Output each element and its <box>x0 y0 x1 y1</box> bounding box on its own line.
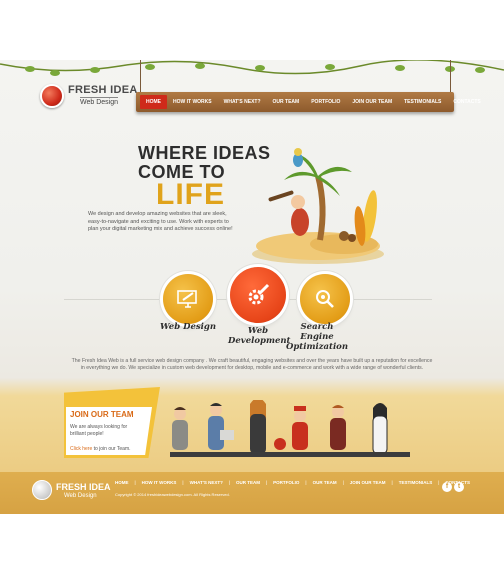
logo-ball-icon <box>40 84 64 108</box>
footer-nav-item[interactable]: TESTIMONIALS <box>399 480 433 485</box>
service-label-web-design: Web Design <box>159 322 217 332</box>
join-team-link-highlight[interactable]: Click here <box>70 446 92 452</box>
footer-logo-icon[interactable] <box>32 480 52 500</box>
footer-nav-separator: | <box>134 480 136 485</box>
twitter-icon[interactable]: t <box>454 482 464 492</box>
nav-item-testimonials[interactable]: TESTIMONIALS <box>398 95 447 109</box>
footer-nav-item[interactable]: OUR TEAM <box>313 480 337 485</box>
footer-nav-separator: | <box>228 480 230 485</box>
gear-pencil-icon <box>248 283 270 305</box>
team-member <box>172 407 188 450</box>
footer-nav-item[interactable]: HOME <box>115 480 129 485</box>
footer: FRESH IDEA Web Design HOME | HOW IT WORKS |… <box>0 472 504 514</box>
logo-subtitle: Web Design <box>80 97 119 106</box>
footer-nav-separator: | <box>305 480 307 485</box>
monitor-pen-icon <box>177 290 197 308</box>
footer-nav-item[interactable]: WHAT'S NEXT? <box>190 480 223 485</box>
team-member <box>208 403 224 450</box>
site-logo[interactable]: FRESH IDEA Web Design <box>40 82 140 112</box>
web-design-button[interactable] <box>163 274 213 324</box>
main-nav: HOME HOW IT WORKS WHAT'S NEXT? OUR TEAM PORT… <box>136 92 481 112</box>
service-label-web-development: Web Development <box>228 326 291 346</box>
footer-nav-separator: | <box>342 480 344 485</box>
magnifier-icon <box>316 290 334 308</box>
footer-nav-item[interactable]: HOW IT WORKS <box>142 480 177 485</box>
sign-rope-left <box>140 60 141 92</box>
hero-title-big: LIFE <box>156 178 225 211</box>
hero-description: We design and develop amazing websites t… <box>88 211 233 232</box>
team-member <box>372 403 388 455</box>
nav-item-how-it-works[interactable]: HOW IT WORKS <box>167 95 218 109</box>
about-paragraph: The Fresh Idea Web is a full service web… <box>71 358 433 371</box>
team-member <box>292 406 308 450</box>
team-member <box>250 400 266 454</box>
nav-item-home[interactable]: HOME <box>140 95 167 109</box>
footer-nav-item[interactable]: JOIN OUR TEAM <box>350 480 386 485</box>
footer-logo-title: FRESH IDEA <box>56 482 111 492</box>
nav-item-contacts[interactable]: CONTACTS <box>447 95 486 109</box>
nav-item-what-s-next[interactable]: WHAT'S NEXT? <box>218 95 267 109</box>
seo-button[interactable] <box>300 274 350 324</box>
nav-item-portfolio[interactable]: PORTFOLIO <box>305 95 346 109</box>
join-team-link-text: to join our Team. <box>92 446 131 452</box>
island-illustration <box>252 148 384 264</box>
footer-nav-separator: | <box>391 480 393 485</box>
join-team-title: JOIN OUR TEAM <box>70 410 134 419</box>
facebook-icon[interactable]: f <box>442 482 452 492</box>
team-desk <box>170 452 410 457</box>
footer-nav-item[interactable]: OUR TEAM <box>236 480 260 485</box>
join-team-text: We are always looking for brilliant peop… <box>70 424 128 437</box>
web-development-button[interactable] <box>230 267 286 323</box>
footer-logo-subtitle: Web Design <box>64 493 97 499</box>
page-canvas: FRESH IDEA Web Design HOME HOW IT WORKS WH… <box>0 60 504 514</box>
join-team-link[interactable]: Click here to join our Team. <box>70 446 131 452</box>
logo-title: FRESH IDEA <box>68 84 138 96</box>
nav-item-our-team[interactable]: OUR TEAM <box>267 95 306 109</box>
sign-rope-right <box>450 60 451 92</box>
footer-nav-item[interactable]: PORTFOLIO <box>273 480 299 485</box>
service-label-seo: Search Engine Optimization <box>285 322 349 352</box>
footer-nav-separator: | <box>266 480 268 485</box>
copyright-text: Copyright © 2014 freshideawebdesign.com.… <box>115 492 230 497</box>
nav-item-join-our-team[interactable]: JOIN OUR TEAM <box>346 95 398 109</box>
team-member <box>330 405 346 450</box>
footer-nav-separator: | <box>182 480 184 485</box>
footer-nav: HOME | HOW IT WORKS | WHAT'S NEXT? | OUR TEAM |… <box>115 480 470 485</box>
